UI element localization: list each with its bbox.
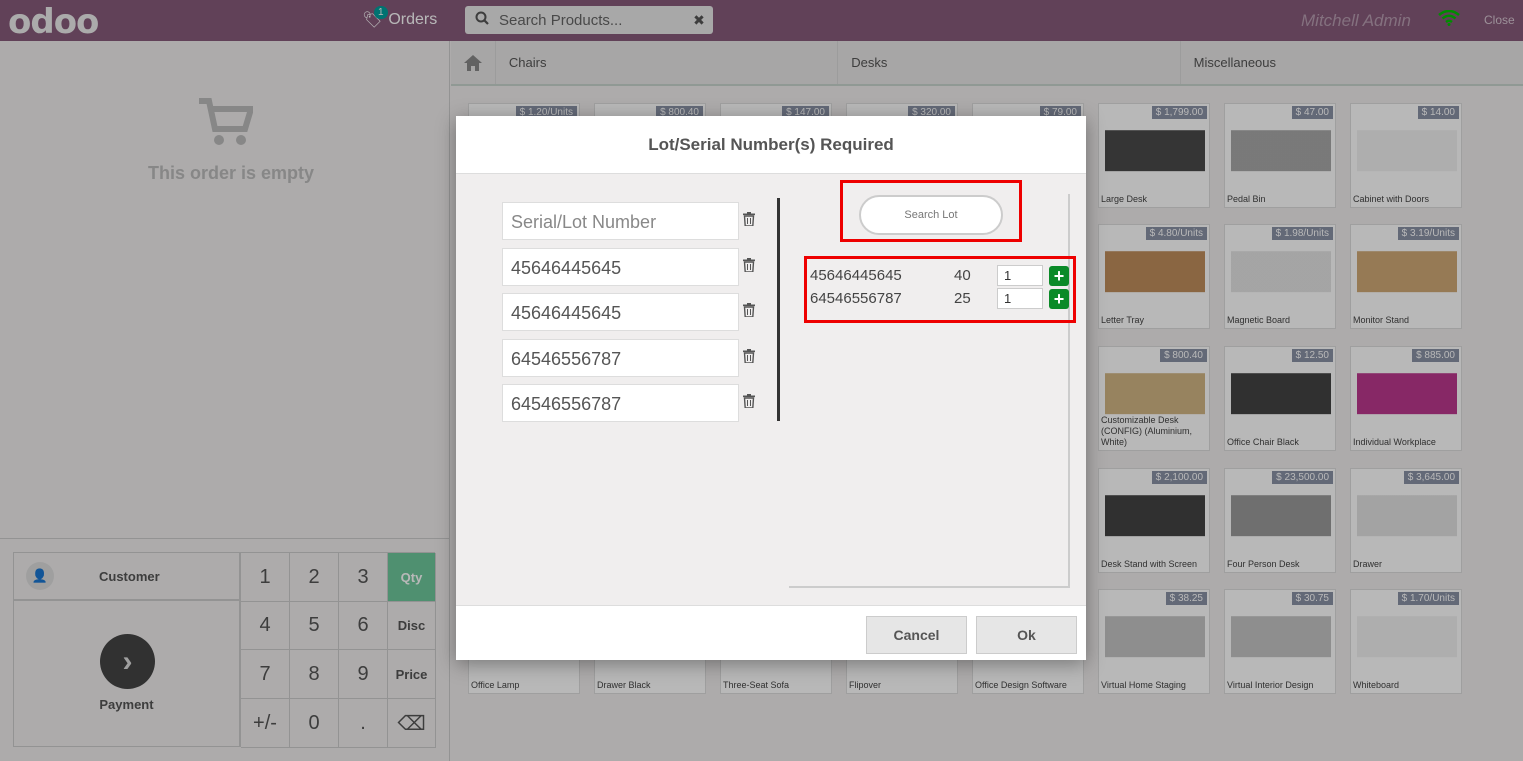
serial-number-input[interactable]: Serial/Lot Number bbox=[502, 202, 739, 240]
search-lot-input[interactable]: Search Lot bbox=[859, 195, 1003, 235]
lot-list-highlight: 45646445645 40 1 + 64546556787 25 1 + bbox=[804, 256, 1076, 323]
trash-icon[interactable] bbox=[742, 303, 756, 319]
search-lot-highlight: Search Lot bbox=[840, 180, 1022, 242]
lot-qty-input[interactable]: 1 bbox=[997, 288, 1043, 309]
ok-button[interactable]: Ok bbox=[976, 616, 1077, 654]
serial-number-input[interactable]: 64546556787 bbox=[502, 384, 739, 422]
trash-icon[interactable] bbox=[742, 257, 756, 274]
lot-available-qty: 40 bbox=[954, 267, 971, 284]
plus-icon[interactable]: + bbox=[1049, 289, 1069, 309]
serial-number-input[interactable]: 45646445645 bbox=[502, 247, 739, 286]
column-divider bbox=[777, 198, 780, 421]
trash-icon[interactable] bbox=[742, 212, 756, 228]
trash-icon[interactable] bbox=[742, 394, 756, 410]
dialog-title: Lot/Serial Number(s) Required bbox=[456, 116, 1086, 174]
lot-serial-dialog: Lot/Serial Number(s) Required Serial/Lot… bbox=[456, 116, 1086, 660]
dialog-footer: Cancel Ok bbox=[456, 605, 1086, 660]
plus-icon[interactable]: + bbox=[1049, 266, 1069, 286]
cancel-button[interactable]: Cancel bbox=[866, 616, 967, 654]
lot-row: 45646445645 40 1 + bbox=[810, 265, 1072, 288]
lot-panel bbox=[789, 194, 1070, 588]
trash-icon[interactable] bbox=[742, 348, 756, 365]
lot-number: 64546556787 bbox=[810, 290, 902, 307]
lot-row: 64546556787 25 1 + bbox=[810, 288, 1072, 311]
lot-qty-input[interactable]: 1 bbox=[997, 265, 1043, 286]
lot-available-qty: 25 bbox=[954, 290, 971, 307]
lot-number: 45646445645 bbox=[810, 267, 902, 284]
serial-number-input[interactable]: 45646445645 bbox=[502, 293, 739, 331]
serial-number-input[interactable]: 64546556787 bbox=[502, 338, 739, 377]
